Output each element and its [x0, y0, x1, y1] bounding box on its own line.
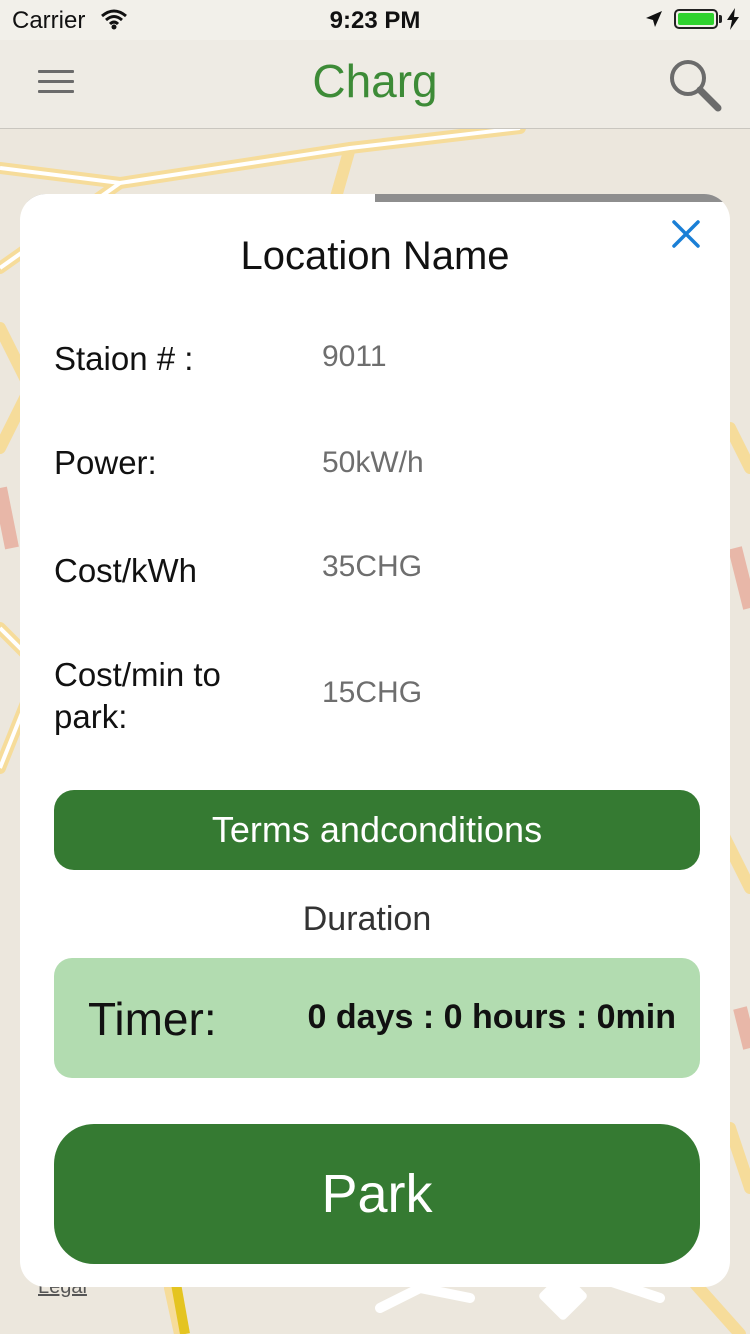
status-bar: Carrier 9:23 PM [0, 0, 750, 40]
battery-tip [719, 15, 722, 23]
duration-label: Duration [302, 900, 432, 938]
nav-bar: Charg [0, 40, 750, 129]
timer-label: Timer: [88, 993, 217, 1045]
timer-value: 0 days : 0 hours : 0min [307, 998, 676, 1036]
power-label: Power: [54, 444, 157, 481]
cost-per-kwh-value: 35CHG [322, 550, 423, 583]
search-icon[interactable] [664, 54, 724, 114]
battery-level [678, 13, 714, 25]
cost-per-kwh-label: Cost/kWh [54, 552, 198, 589]
station-popup: Location Name Staion # : 9011 Power: 50k… [20, 194, 730, 1287]
location-name-title: Location Name [240, 234, 510, 278]
timer-box: Timer: 0 days : 0 hours : 0min [54, 958, 700, 1078]
terms-and-conditions-button[interactable]: Terms andconditions [54, 790, 700, 870]
popup-progress-bar [20, 194, 730, 202]
location-arrow-icon [646, 11, 662, 27]
status-time: 9:23 PM [329, 7, 421, 34]
cost-per-min-park-value: 15CHG [322, 676, 423, 709]
power-value: 50kW/h [322, 446, 424, 479]
app-title: Charg [312, 55, 438, 107]
station-number-value: 9011 [322, 340, 387, 373]
popup-progress-fill [20, 194, 375, 202]
cost-per-min-park-label: Cost/min to park: [54, 656, 221, 735]
park-button[interactable]: Park [54, 1124, 700, 1264]
station-number-label: Staion # : [54, 340, 194, 377]
battery-icon [674, 9, 718, 29]
charging-bolt-icon [727, 8, 739, 30]
